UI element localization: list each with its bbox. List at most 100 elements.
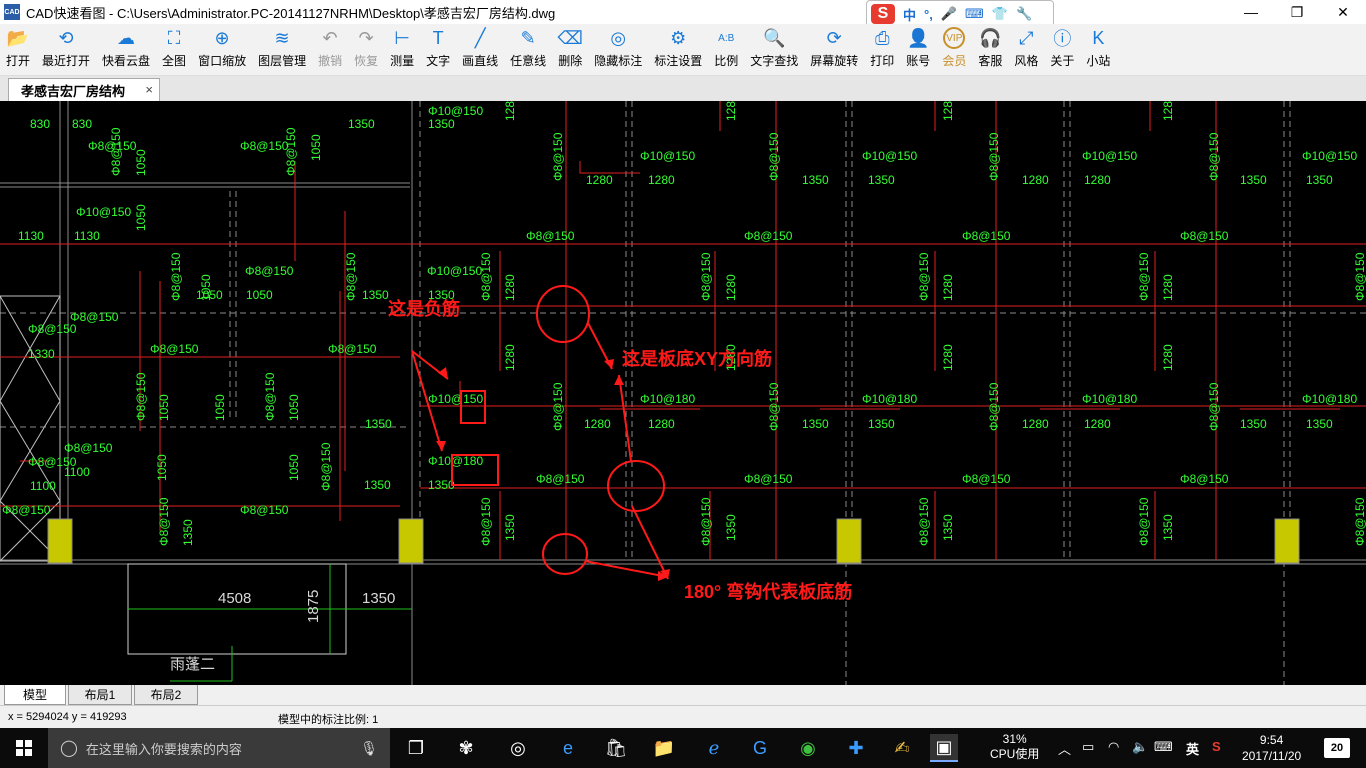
input-language[interactable]: 英 bbox=[1186, 739, 1199, 758]
cad-drawing: 4508 1350 1875 雨蓬二 Φ10@150 1350 830 830 … bbox=[0, 101, 1366, 685]
app-blue-icon[interactable]: ✚ bbox=[842, 734, 870, 762]
search-placeholder: 在这里输入你要搜索的内容 bbox=[85, 741, 242, 757]
toolbar-button-zoom-window[interactable]: ⊕ 窗口缩放 bbox=[192, 23, 252, 75]
task-view-icon[interactable]: ❐ bbox=[402, 734, 430, 762]
toolbar-button-vip[interactable]: VIP 会员 bbox=[936, 23, 972, 75]
app-g-icon[interactable]: G bbox=[746, 734, 774, 762]
rebar-label: Φ10@180 bbox=[428, 454, 483, 468]
app-icon: CAD bbox=[4, 4, 20, 20]
annotation-scale-status: 模型中的标注比例: 1 bbox=[278, 714, 379, 726]
sogou-tray-icon[interactable]: S bbox=[1212, 739, 1221, 754]
toolbar-button-undo[interactable]: ↶ 撤销 bbox=[312, 23, 348, 75]
notes-app-icon[interactable]: ✍ bbox=[888, 734, 916, 762]
pinwheel-app-icon[interactable]: ✾ bbox=[452, 734, 480, 762]
dim-label-vertical: 1280 bbox=[724, 101, 738, 121]
toolbar-button-rotate-screen[interactable]: ⟳ 屏幕旋转 bbox=[804, 23, 864, 75]
toolbar-button-printer[interactable]: ⎙ 打印 bbox=[864, 23, 900, 75]
rebar-label: Φ8@150 bbox=[240, 503, 289, 517]
rebar-label-vertical: Φ8@150 bbox=[109, 127, 123, 176]
close-button[interactable]: ✕ bbox=[1320, 0, 1366, 24]
internet-explorer-icon[interactable]: ℯ bbox=[700, 734, 728, 762]
system-clock[interactable]: 9:54 2017/11/20 bbox=[1242, 732, 1301, 764]
rebar-label-vertical: Φ8@150 bbox=[767, 382, 781, 431]
toolbar-button-style[interactable]: ⤢ 风格 bbox=[1008, 23, 1044, 75]
rebar-label-vertical: Φ8@150 bbox=[479, 497, 493, 546]
toolbar-button-folder-open[interactable]: 📂 打开 bbox=[0, 23, 36, 75]
store-icon[interactable]: 🛍 bbox=[602, 734, 630, 762]
windows-start-button[interactable] bbox=[0, 728, 48, 768]
rebar-label: Φ10@150 bbox=[1082, 149, 1137, 163]
toolbar-button-label: 打印 bbox=[870, 54, 895, 68]
tab-layout2[interactable]: 布局2 bbox=[134, 685, 198, 705]
toolbar-button-fit-all[interactable]: ⛶ 全图 bbox=[156, 23, 192, 75]
dim-label-vertical: 1050 bbox=[155, 454, 169, 481]
rebar-label-vertical: Φ8@150 bbox=[284, 127, 298, 176]
rebar-label-vertical: Φ8@150 bbox=[169, 252, 183, 301]
cpu-usage-widget[interactable]: 31% CPU使用 bbox=[990, 732, 1039, 762]
tab-model[interactable]: 模型 bbox=[4, 685, 66, 705]
toolbar-button-headset[interactable]: 🎧 客服 bbox=[972, 23, 1008, 75]
microphone-icon[interactable]: 🎙 bbox=[360, 740, 378, 757]
toolbar-button-info[interactable]: ⓘ 关于 bbox=[1044, 23, 1080, 75]
rebar-label-vertical: Φ8@150 bbox=[699, 497, 713, 546]
rebar-label-vertical: Φ8@150 bbox=[551, 132, 565, 181]
tab-layout1[interactable]: 布局1 bbox=[68, 685, 132, 705]
toolbar-button-redo[interactable]: ↷ 恢复 bbox=[348, 23, 384, 75]
edge-icon[interactable]: e bbox=[554, 734, 582, 762]
browser-360-icon[interactable]: ◎ bbox=[504, 734, 532, 762]
toolbar-button-eye-off[interactable]: ◎ 隐藏标注 bbox=[588, 23, 648, 75]
close-tab-icon[interactable]: × bbox=[145, 82, 153, 97]
network-icon[interactable]: ◠ bbox=[1108, 739, 1119, 755]
dim-label-vertical: 1280 bbox=[503, 344, 517, 371]
wrench-icon[interactable]: 🔧 bbox=[1016, 6, 1032, 22]
toolbar-button-label: 客服 bbox=[978, 54, 1003, 68]
dim-label-vertical: 1280 bbox=[941, 344, 955, 371]
skin-icon[interactable]: 👕 bbox=[992, 6, 1008, 22]
toolbar-button-label: 文字 bbox=[426, 54, 451, 68]
toolbar-button-pen[interactable]: ✎ 任意线 bbox=[504, 23, 552, 75]
toolbar-button-annotation-settings[interactable]: ⚙ 标注设置 bbox=[648, 23, 708, 75]
cad-taskbar-icon[interactable]: ▣ bbox=[930, 734, 958, 762]
ime-language-toggle[interactable]: 中 bbox=[903, 5, 916, 24]
chevron-up-icon[interactable]: ︿ bbox=[1058, 739, 1071, 758]
toolbar-button-cloud[interactable]: ☁ 快看云盘 bbox=[96, 23, 156, 75]
toolbar-button-ruler[interactable]: ⊢ 测量 bbox=[384, 23, 420, 75]
toolbar-button-scale[interactable]: A:B 比例 bbox=[708, 23, 744, 75]
style-icon: ⤢ bbox=[1019, 27, 1034, 48]
toolbar-button-line[interactable]: ╱ 画直线 bbox=[456, 23, 504, 75]
toolbar-button-text-search[interactable]: 🔍 文字查找 bbox=[744, 23, 804, 75]
battery-icon[interactable]: ▭ bbox=[1082, 739, 1094, 755]
sogou-logo-icon[interactable]: S bbox=[871, 4, 895, 24]
document-tab[interactable]: 孝感吉宏厂房结构 × bbox=[8, 78, 160, 101]
volume-icon[interactable]: 🔈 bbox=[1132, 739, 1148, 755]
restore-button[interactable]: ❐ bbox=[1274, 0, 1320, 24]
dim-label-vertical: 1350 bbox=[941, 514, 955, 541]
drawing-canvas[interactable]: 4508 1350 1875 雨蓬二 Φ10@150 1350 830 830 … bbox=[0, 101, 1366, 685]
toolbar-button-label: 任意线 bbox=[510, 54, 547, 68]
toolbar-button-eraser[interactable]: ⌫ 删除 bbox=[552, 23, 588, 75]
microphone-icon[interactable]: 🎤 bbox=[941, 6, 957, 22]
toolbar-button-label: 标注设置 bbox=[654, 54, 703, 68]
ime-punctuation-toggle[interactable]: °, bbox=[924, 7, 933, 22]
taskbar-search-box[interactable]: ◯ 在这里输入你要搜索的内容 🎙 bbox=[48, 728, 390, 768]
toolbar-button-history[interactable]: ⟲ 最近打开 bbox=[36, 23, 96, 75]
minimize-button[interactable]: — bbox=[1228, 0, 1274, 24]
toolbar-button-k-station[interactable]: K 小站 bbox=[1080, 23, 1116, 75]
headset-icon: 🎧 bbox=[979, 27, 1002, 48]
file-explorer-icon[interactable]: 📁 bbox=[650, 734, 678, 762]
rebar-label-vertical: Φ8@150 bbox=[319, 442, 333, 491]
notification-count-badge[interactable]: 20 bbox=[1324, 738, 1350, 758]
dim-label: 1350 bbox=[868, 417, 895, 431]
text-icon: T bbox=[432, 27, 444, 48]
dim-label-vertical: 1050 bbox=[287, 394, 301, 421]
dim-label-vertical: 1280 bbox=[1161, 344, 1175, 371]
keyboard-icon[interactable]: ⌨ bbox=[1154, 739, 1173, 755]
browser-green-icon[interactable]: ◉ bbox=[794, 734, 822, 762]
toolbar-button-user[interactable]: 👤 账号 bbox=[900, 23, 936, 75]
layout-tab-bar: 模型 布局1 布局2 bbox=[0, 685, 1366, 705]
keyboard-icon[interactable]: ⌨ bbox=[965, 6, 984, 22]
toolbar-button-layers[interactable]: ≋ 图层管理 bbox=[252, 23, 312, 75]
toolbar-button-text[interactable]: T 文字 bbox=[420, 23, 456, 75]
toolbar-button-label: 账号 bbox=[906, 54, 931, 68]
dim-label: 1350 bbox=[364, 478, 391, 492]
